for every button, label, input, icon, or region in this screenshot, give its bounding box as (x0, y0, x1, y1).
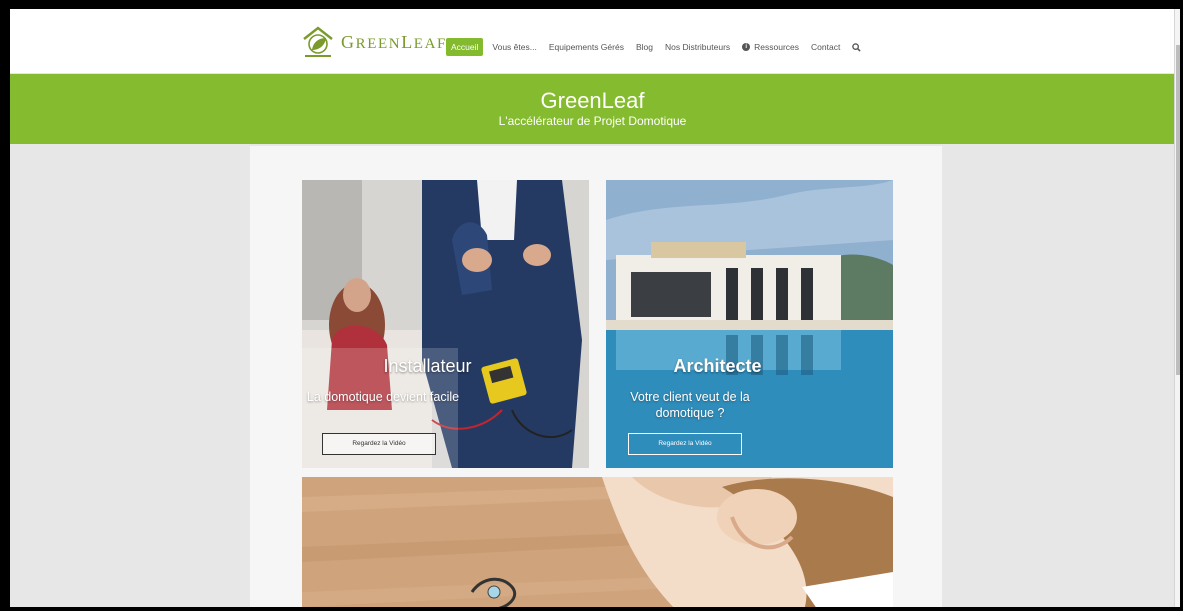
nav-item-accueil[interactable]: Accueil (446, 38, 484, 56)
site-header: GREENLEAF Accueil Vous êtes... Equipemen… (10, 9, 1175, 74)
woman-photo (302, 477, 893, 607)
logo[interactable]: GREENLEAF (301, 24, 447, 60)
tile-text: La domotique devient facile (306, 390, 460, 404)
nav-item-contact[interactable]: Contact (811, 42, 840, 52)
tile-text: Votre client veut de la domotique ? (630, 390, 750, 420)
leaf-house-logo-icon (303, 26, 333, 57)
tile-architecte[interactable]: Architecte Votre client veut de la domot… (606, 180, 893, 468)
watch-video-button[interactable]: Regardez la Vidéo (322, 433, 436, 455)
nav-item-equipements[interactable]: Equipements Gérés (549, 42, 624, 52)
scrollbar-thumb[interactable] (1176, 45, 1180, 375)
browser-window: GREENLEAF Accueil Vous êtes... Equipemen… (10, 9, 1180, 607)
main-nav: Accueil Vous êtes... Equipements Gérés B… (446, 37, 873, 57)
hero-banner: GreenLeaf L'accélérateur de Projet Domot… (10, 74, 1175, 144)
architecte-photo (606, 180, 893, 468)
nav-item-distributeurs[interactable]: Nos Distributeurs (665, 42, 730, 52)
watch-video-button[interactable]: Regardez la Vidéo (628, 433, 742, 455)
tile-promo-image (302, 477, 893, 607)
banner-title: GreenLeaf (540, 88, 645, 113)
tile-title: Installateur (383, 356, 472, 376)
main-content: Installateur La domotique devient facile… (250, 146, 942, 607)
search-icon (852, 42, 861, 52)
logo-text: GREENLEAF (341, 31, 447, 52)
nav-item-ressources[interactable]: i Ressources (742, 42, 799, 52)
info-icon: i (742, 43, 751, 51)
search-button[interactable] (852, 42, 861, 52)
nav-item-ressources-label: Ressources (754, 42, 800, 52)
tile-installateur[interactable]: Installateur La domotique devient facile… (302, 180, 589, 468)
scrollbar[interactable] (1174, 9, 1180, 607)
banner-subtitle: L'accélérateur de Projet Domotique (498, 114, 687, 128)
nav-item-blog[interactable]: Blog (636, 42, 653, 52)
tile-title: Architecte (673, 356, 762, 376)
nav-item-vous-etes[interactable]: Vous êtes... (492, 42, 536, 52)
